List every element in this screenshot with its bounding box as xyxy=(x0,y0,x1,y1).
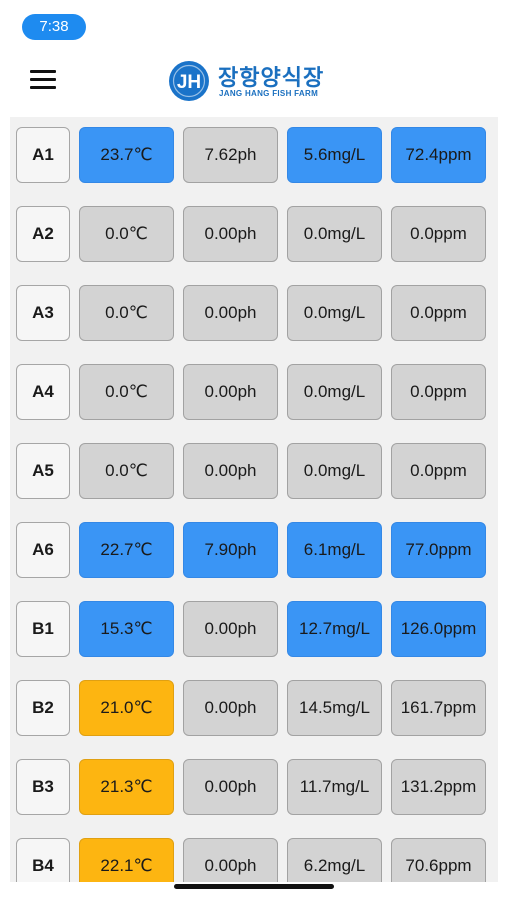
ph-cell[interactable]: 7.90ph xyxy=(183,522,278,578)
ppm-cell[interactable]: 161.7ppm xyxy=(391,680,486,736)
ppm-cell[interactable]: 0.0ppm xyxy=(391,206,486,262)
dissolved-oxygen-cell[interactable]: 12.7mg/L xyxy=(287,601,382,657)
tank-button[interactable]: A6 xyxy=(16,522,70,578)
temperature-cell[interactable]: 21.3℃ xyxy=(79,759,174,815)
dissolved-oxygen-cell[interactable]: 0.0mg/L xyxy=(287,285,382,341)
dissolved-oxygen-cell[interactable]: 0.0mg/L xyxy=(287,206,382,262)
status-time: 7:38 xyxy=(22,14,86,40)
app-screen: 7:38 JH 장항양식장 JANG HANG FISH FARM A1 23.7… xyxy=(0,0,507,900)
ppm-cell[interactable]: 77.0ppm xyxy=(391,522,486,578)
ppm-cell[interactable]: 72.4ppm xyxy=(391,127,486,183)
ph-cell[interactable]: 0.00ph xyxy=(183,680,278,736)
tank-button[interactable]: B4 xyxy=(16,838,70,882)
dissolved-oxygen-cell[interactable]: 11.7mg/L xyxy=(287,759,382,815)
temperature-cell[interactable]: 0.0℃ xyxy=(79,206,174,262)
logo-mark-icon: JH xyxy=(169,61,209,101)
logo-korean-name: 장항양식장 xyxy=(218,65,325,90)
tank-button[interactable]: A5 xyxy=(16,443,70,499)
tank-button[interactable]: B1 xyxy=(16,601,70,657)
tank-row: A2 0.0℃ 0.00ph 0.0mg/L 0.0ppm xyxy=(10,204,498,264)
tank-row: B2 21.0℃ 0.00ph 14.5mg/L 161.7ppm xyxy=(10,678,498,738)
ppm-cell[interactable]: 0.0ppm xyxy=(391,364,486,420)
dissolved-oxygen-cell[interactable]: 5.6mg/L xyxy=(287,127,382,183)
temperature-cell[interactable]: 22.7℃ xyxy=(79,522,174,578)
tank-row: B1 15.3℃ 0.00ph 12.7mg/L 126.0ppm xyxy=(10,599,498,659)
ph-cell[interactable]: 0.00ph xyxy=(183,759,278,815)
tank-row: A3 0.0℃ 0.00ph 0.0mg/L 0.0ppm xyxy=(10,283,498,343)
ph-cell[interactable]: 0.00ph xyxy=(183,838,278,882)
hamburger-menu-icon[interactable] xyxy=(26,65,60,95)
dissolved-oxygen-cell[interactable]: 6.1mg/L xyxy=(287,522,382,578)
ph-cell[interactable]: 0.00ph xyxy=(183,601,278,657)
tank-row: B4 22.1℃ 0.00ph 6.2mg/L 70.6ppm xyxy=(10,836,498,882)
tank-button[interactable]: A1 xyxy=(16,127,70,183)
ppm-cell[interactable]: 0.0ppm xyxy=(391,443,486,499)
tank-row: A6 22.7℃ 7.90ph 6.1mg/L 77.0ppm xyxy=(10,520,498,580)
tank-button[interactable]: A3 xyxy=(16,285,70,341)
tank-row: A1 23.7℃ 7.62ph 5.6mg/L 72.4ppm xyxy=(10,125,498,185)
tank-button[interactable]: A2 xyxy=(16,206,70,262)
tank-button[interactable]: B3 xyxy=(16,759,70,815)
ppm-cell[interactable]: 0.0ppm xyxy=(391,285,486,341)
tank-button[interactable]: B2 xyxy=(16,680,70,736)
status-bar: 7:38 xyxy=(0,0,507,50)
temperature-cell[interactable]: 0.0℃ xyxy=(79,364,174,420)
tank-row: A5 0.0℃ 0.00ph 0.0mg/L 0.0ppm xyxy=(10,441,498,501)
app-header: JH 장항양식장 JANG HANG FISH FARM xyxy=(0,50,507,112)
logo-english-name: JANG HANG FISH FARM xyxy=(219,89,319,98)
temperature-cell[interactable]: 0.0℃ xyxy=(79,443,174,499)
temperature-cell[interactable]: 23.7℃ xyxy=(79,127,174,183)
tank-sensor-table: A1 23.7℃ 7.62ph 5.6mg/L 72.4ppm A2 0.0℃ 0.00ph 0… xyxy=(10,117,498,882)
ph-cell[interactable]: 0.00ph xyxy=(183,285,278,341)
ph-cell[interactable]: 0.00ph xyxy=(183,364,278,420)
ppm-cell[interactable]: 131.2ppm xyxy=(391,759,486,815)
logo-initials: JH xyxy=(177,72,201,93)
home-indicator[interactable] xyxy=(174,884,334,889)
dissolved-oxygen-cell[interactable]: 0.0mg/L xyxy=(287,364,382,420)
dissolved-oxygen-cell[interactable]: 6.2mg/L xyxy=(287,838,382,882)
tank-button[interactable]: A4 xyxy=(16,364,70,420)
temperature-cell[interactable]: 21.0℃ xyxy=(79,680,174,736)
temperature-cell[interactable]: 15.3℃ xyxy=(79,601,174,657)
temperature-cell[interactable]: 0.0℃ xyxy=(79,285,174,341)
ph-cell[interactable]: 0.00ph xyxy=(183,206,278,262)
tank-row: B3 21.3℃ 0.00ph 11.7mg/L 131.2ppm xyxy=(10,757,498,817)
farm-logo: JH 장항양식장 JANG HANG FISH FARM xyxy=(166,56,346,106)
temperature-cell[interactable]: 22.1℃ xyxy=(79,838,174,882)
ppm-cell[interactable]: 70.6ppm xyxy=(391,838,486,882)
ppm-cell[interactable]: 126.0ppm xyxy=(391,601,486,657)
dissolved-oxygen-cell[interactable]: 0.0mg/L xyxy=(287,443,382,499)
tank-row: A4 0.0℃ 0.00ph 0.0mg/L 0.0ppm xyxy=(10,362,498,422)
ph-cell[interactable]: 7.62ph xyxy=(183,127,278,183)
ph-cell[interactable]: 0.00ph xyxy=(183,443,278,499)
dissolved-oxygen-cell[interactable]: 14.5mg/L xyxy=(287,680,382,736)
